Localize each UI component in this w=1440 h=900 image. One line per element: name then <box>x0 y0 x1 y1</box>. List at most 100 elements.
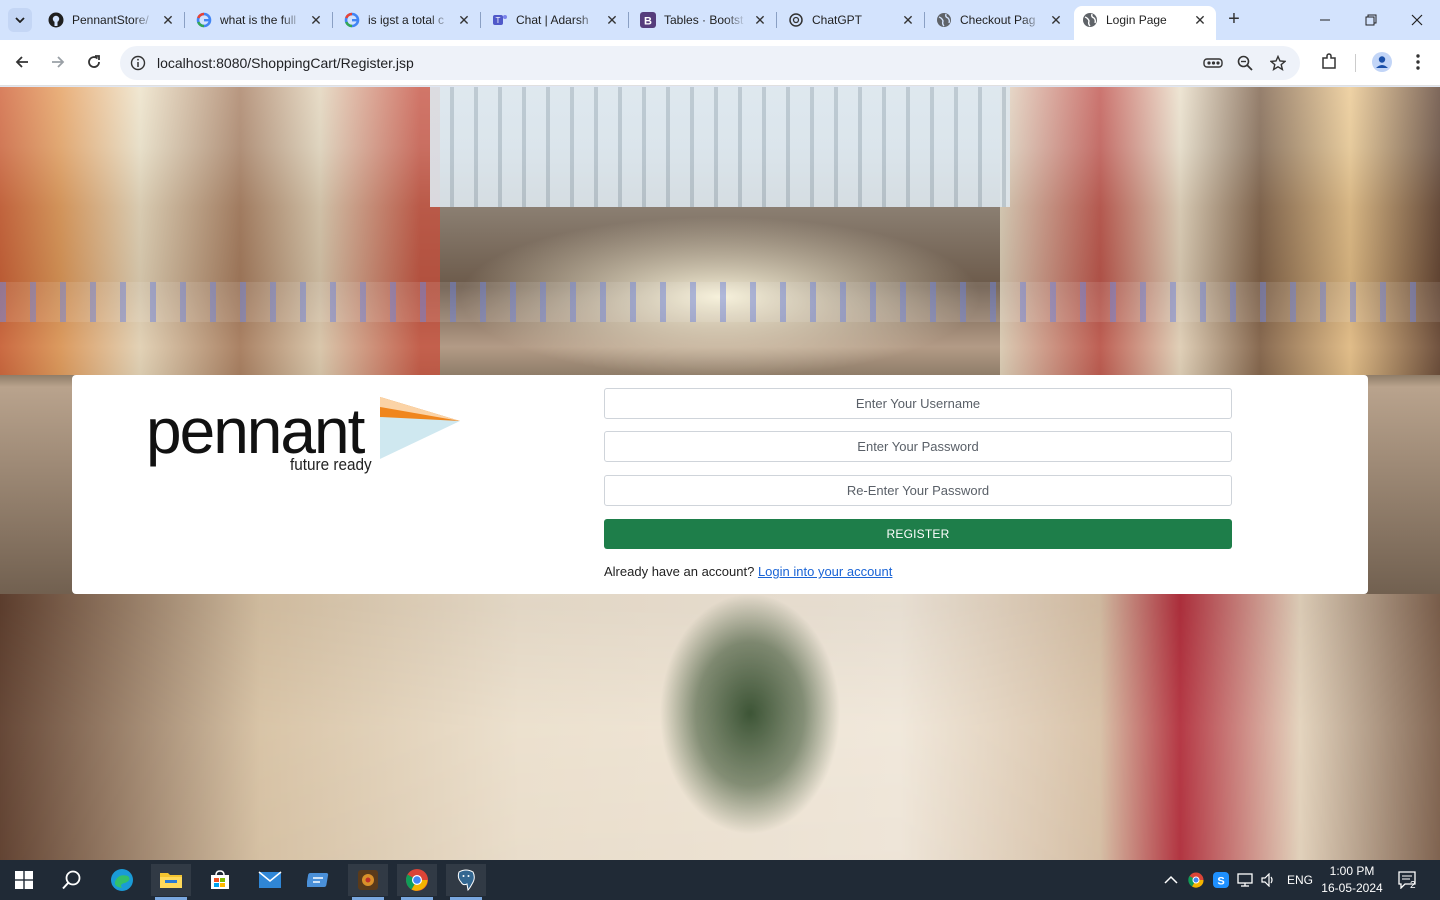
url-text[interactable]: localhost:8080/ShoppingCart/Register.jsp <box>157 55 414 71</box>
site-info-icon[interactable] <box>128 53 148 73</box>
tab-label: Tables · Bootst <box>664 13 744 27</box>
login-prompt: Already have an account? Login into your… <box>604 564 892 579</box>
restore-icon <box>1365 14 1377 26</box>
tab-label: Login Page <box>1106 13 1167 27</box>
close-icon[interactable]: ✕ <box>900 12 916 28</box>
kebab-menu-icon <box>1416 54 1420 70</box>
clock[interactable]: 1:00 PM 16-05-2024 <box>1316 863 1388 897</box>
tab-chatgpt[interactable]: ChatGPT ✕ <box>780 6 925 34</box>
globe-icon <box>1082 12 1098 28</box>
volume-tray-icon[interactable] <box>1261 860 1277 900</box>
tab-login-page[interactable]: Login Page ✕ <box>1074 6 1216 40</box>
chevron-down-icon <box>15 17 25 23</box>
chatgpt-icon <box>788 12 804 28</box>
tab-label: Checkout Pag <box>960 13 1036 27</box>
chevron-up-icon <box>1164 875 1178 884</box>
close-icon[interactable]: ✕ <box>752 12 768 28</box>
notification-center-button[interactable]: 2 <box>1398 860 1418 900</box>
svg-text:T: T <box>496 16 501 25</box>
password-key-icon[interactable] <box>1203 53 1223 73</box>
bookmark-star-icon[interactable] <box>1268 53 1288 73</box>
tab-label: is igst a total c <box>368 13 445 27</box>
clock-date: 16-05-2024 <box>1321 881 1383 895</box>
mall-background-image <box>0 282 1440 322</box>
register-card: pennant future ready REGISTER Already ha… <box>72 375 1368 594</box>
search-button[interactable] <box>52 864 92 896</box>
avatar-icon <box>1372 52 1392 72</box>
language-indicator[interactable]: ENG <box>1287 860 1313 900</box>
new-tab-button[interactable]: + <box>1222 8 1246 32</box>
globe-icon <box>936 12 952 28</box>
close-icon[interactable]: ✕ <box>1192 12 1208 28</box>
password-field[interactable] <box>604 431 1232 462</box>
google-icon <box>344 12 360 28</box>
tab-pennantstore[interactable]: PennantStore/ ✕ <box>40 6 185 34</box>
github-icon <box>48 12 64 28</box>
store-taskbar-icon[interactable] <box>200 864 240 896</box>
taskbar: S ENG 1:00 PM 16-05-2024 2 <box>0 860 1440 900</box>
toolbar-divider <box>1355 54 1356 72</box>
forward-button[interactable] <box>44 48 72 76</box>
skype-tray-icon[interactable]: S <box>1213 860 1229 900</box>
close-icon[interactable]: ✕ <box>604 12 620 28</box>
arrow-left-icon <box>15 56 28 68</box>
bootstrap-icon: B <box>640 12 656 28</box>
svg-text:S: S <box>1217 876 1224 888</box>
edge-taskbar-icon[interactable] <box>102 864 142 896</box>
tab-bootstrap-tables[interactable]: B Tables · Bootst ✕ <box>632 6 777 34</box>
restore-button[interactable] <box>1348 0 1394 40</box>
register-button[interactable]: REGISTER <box>604 519 1232 549</box>
browser-toolbar: localhost:8080/ShoppingCart/Register.jsp <box>0 40 1440 86</box>
tab-google-search-2[interactable]: is igst a total c ✕ <box>336 6 481 34</box>
tab-checkout-page[interactable]: Checkout Pag ✕ <box>928 6 1072 34</box>
start-button[interactable] <box>4 864 44 896</box>
file-explorer-taskbar-icon[interactable] <box>151 864 191 900</box>
postgres-taskbar-icon[interactable] <box>446 864 486 900</box>
show-hidden-icons-button[interactable] <box>1164 860 1178 900</box>
profile-button[interactable] <box>1368 48 1396 76</box>
puzzle-icon <box>1322 53 1336 69</box>
tab-teams-chat[interactable]: T Chat | Adarsh ✕ <box>484 6 629 34</box>
close-icon[interactable]: ✕ <box>1048 12 1064 28</box>
tab-strip: PennantStore/ ✕ what is the full ✕ is ig… <box>0 0 1440 40</box>
notification-count: 2 <box>1410 880 1416 891</box>
chrome-tray-icon[interactable] <box>1188 860 1204 900</box>
arrow-right-icon <box>52 56 65 68</box>
mall-background-image <box>0 594 1440 860</box>
menu-button[interactable] <box>1404 48 1432 76</box>
close-icon[interactable]: ✕ <box>160 12 176 28</box>
mall-background-image <box>0 87 440 375</box>
minimize-button[interactable] <box>1302 0 1348 40</box>
tab-label: what is the full <box>220 13 297 27</box>
reload-button[interactable] <box>80 48 108 76</box>
pennant-flag-icon <box>380 397 460 459</box>
clock-time: 1:00 PM <box>1329 864 1375 878</box>
login-link[interactable]: Login into your account <box>758 564 892 579</box>
windows-logo-icon <box>15 871 33 889</box>
username-field[interactable] <box>604 388 1232 419</box>
svg-text:B: B <box>644 16 652 28</box>
close-icon[interactable]: ✕ <box>456 12 472 28</box>
tab-google-search-1[interactable]: what is the full ✕ <box>188 6 333 34</box>
network-tray-icon[interactable] <box>1237 860 1255 900</box>
zoom-icon[interactable] <box>1235 53 1255 73</box>
pennant-logo: pennant future ready <box>146 393 466 483</box>
minimize-icon <box>1320 19 1330 21</box>
back-button[interactable] <box>8 48 36 76</box>
chrome-taskbar-icon[interactable] <box>397 864 437 900</box>
app-taskbar-icon[interactable] <box>299 864 339 896</box>
tab-label: PennantStore/ <box>72 13 149 27</box>
google-icon <box>196 12 212 28</box>
close-window-button[interactable] <box>1394 0 1440 40</box>
tab-search-button[interactable] <box>8 8 32 32</box>
reload-icon <box>88 55 100 68</box>
confirm-password-field[interactable] <box>604 475 1232 506</box>
login-prompt-text: Already have an account? <box>604 564 755 579</box>
game-taskbar-icon[interactable] <box>348 864 388 900</box>
extensions-button[interactable] <box>1315 48 1343 76</box>
mail-taskbar-icon[interactable] <box>250 864 290 896</box>
close-icon <box>1411 14 1423 26</box>
mall-background-image <box>1000 87 1440 375</box>
close-icon[interactable]: ✕ <box>308 12 324 28</box>
address-bar[interactable]: localhost:8080/ShoppingCart/Register.jsp <box>120 46 1300 80</box>
